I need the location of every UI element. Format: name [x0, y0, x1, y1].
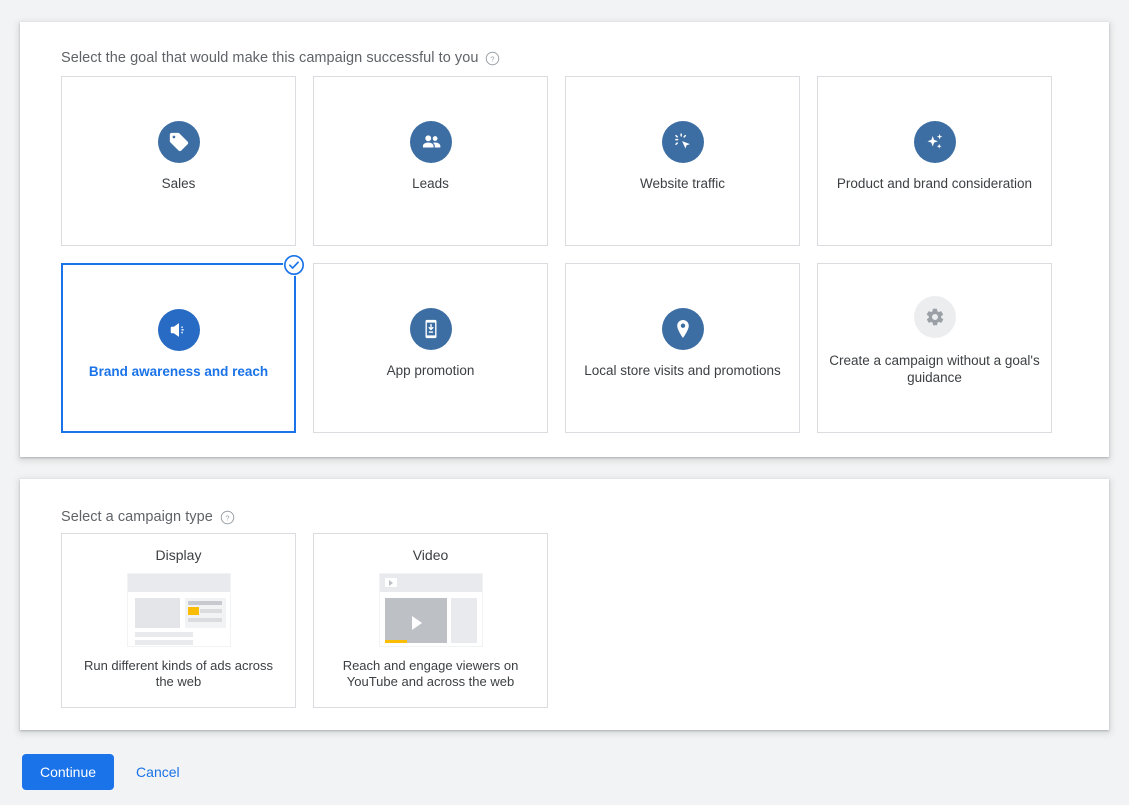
thumbnail-image-block: [135, 598, 180, 628]
check-circle-icon: [283, 254, 305, 276]
campaign-type-description: Reach and engage viewers on YouTube and …: [326, 658, 535, 690]
goal-card-label: Website traffic: [576, 175, 789, 192]
goal-card-label: App promotion: [324, 362, 537, 379]
svg-text:?: ?: [225, 513, 229, 522]
help-circle-icon[interactable]: ?: [485, 51, 500, 66]
goal-card-app-promotion[interactable]: App promotion: [313, 263, 548, 433]
goal-card-leads[interactable]: Leads: [313, 76, 548, 246]
goal-selection-panel: Select the goal that would make this cam…: [20, 22, 1109, 457]
thumbnail-side-panel: [451, 598, 477, 643]
goal-card-label: Product and brand consideration: [828, 175, 1041, 192]
goal-card-label: Brand awareness and reach: [73, 363, 284, 380]
goal-card-no-goal-guidance[interactable]: Create a campaign without a goal's guida…: [817, 263, 1052, 433]
goal-card-label: Sales: [72, 175, 285, 192]
cancel-button[interactable]: Cancel: [126, 754, 190, 790]
goal-card-sales[interactable]: Sales: [61, 76, 296, 246]
thumbnail-text-line: [135, 632, 193, 637]
goal-card-local-store-visits[interactable]: Local store visits and promotions: [565, 263, 800, 433]
campaign-type-card-video[interactable]: Video Reach and engage viewers on YouTub…: [313, 533, 548, 708]
footer-actions: Continue Cancel: [22, 754, 190, 790]
continue-button[interactable]: Continue: [22, 754, 114, 790]
goal-card-website-traffic[interactable]: Website traffic: [565, 76, 800, 246]
campaign-type-header-text: Select a campaign type: [61, 509, 213, 525]
campaign-type-panel: Select a campaign type ? Display R: [20, 479, 1109, 730]
goal-card-product-brand-consideration[interactable]: Product and brand consideration: [817, 76, 1052, 246]
svg-text:?: ?: [491, 54, 495, 63]
campaign-type-card-display[interactable]: Display Run different kinds of ads acros…: [61, 533, 296, 708]
thumbnail-progress-bar: [385, 640, 407, 643]
display-webpage-thumbnail: [127, 573, 231, 647]
help-circle-icon[interactable]: ?: [220, 510, 235, 525]
mobile-download-icon: [410, 308, 452, 350]
map-pin-icon: [662, 308, 704, 350]
play-badge-icon: [385, 578, 397, 587]
gear-icon: [914, 296, 956, 338]
goal-section-header-text: Select the goal that would make this cam…: [61, 50, 478, 66]
campaign-type-title: Display: [62, 547, 295, 563]
goal-card-label: Local store visits and promotions: [576, 362, 789, 379]
campaign-type-title: Video: [314, 547, 547, 563]
tag-icon: [158, 121, 200, 163]
goal-card-label: Create a campaign without a goal's guida…: [828, 352, 1041, 386]
thumbnail-text-line: [135, 640, 193, 645]
megaphone-icon: [158, 309, 200, 351]
thumbnail-amber-accent: [188, 607, 199, 615]
video-player-thumbnail: [379, 573, 483, 647]
click-cursor-icon: [662, 121, 704, 163]
goal-card-brand-awareness-and-reach[interactable]: Brand awareness and reach: [61, 263, 296, 433]
play-triangle-icon: [412, 616, 422, 630]
sparkles-icon: [914, 121, 956, 163]
thumbnail-text-line: [188, 601, 222, 605]
campaign-type-description: Run different kinds of ads across the we…: [74, 658, 283, 690]
campaign-type-section-header: Select a campaign type ?: [61, 509, 235, 525]
goal-section-header: Select the goal that would make this cam…: [61, 50, 500, 66]
thumbnail-header-bar: [128, 574, 230, 592]
thumbnail-text-line: [188, 618, 222, 622]
goal-card-label: Leads: [324, 175, 537, 192]
thumbnail-text-line: [200, 609, 222, 613]
people-group-icon: [410, 121, 452, 163]
